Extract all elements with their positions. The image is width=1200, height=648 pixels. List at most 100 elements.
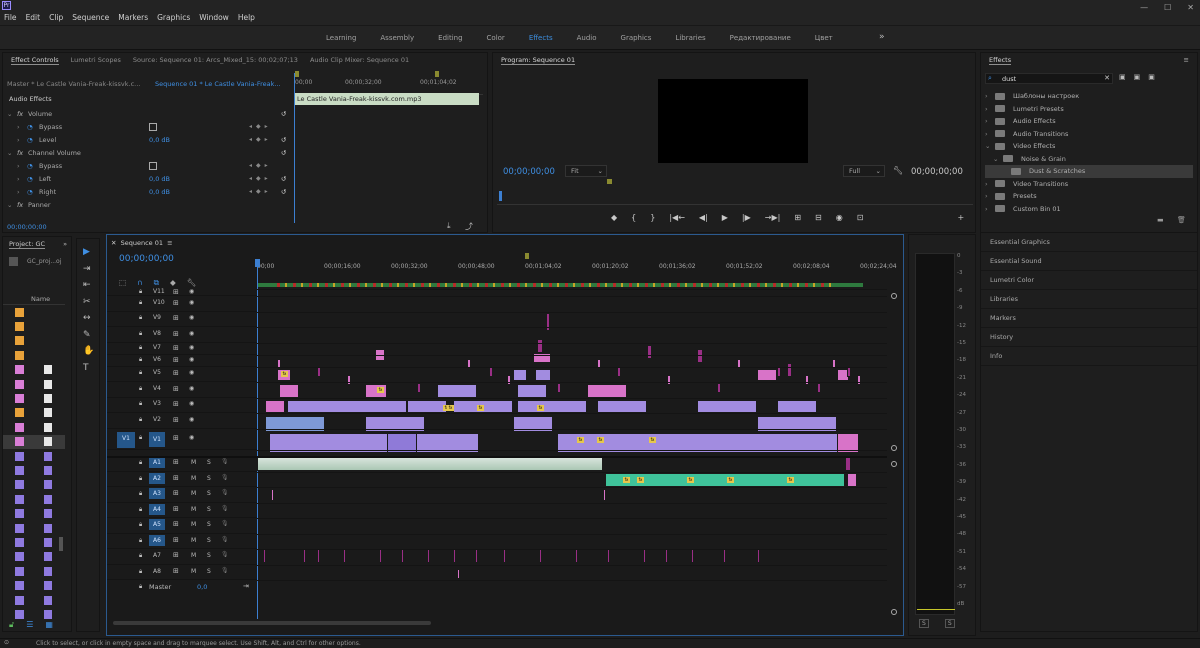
keyframe-nav-icon[interactable]: ◂◆▸ <box>249 188 272 195</box>
reset-icon[interactable]: ↺ <box>281 149 286 157</box>
timeline-clip[interactable] <box>607 549 610 563</box>
slip-tool-icon[interactable]: ↔ <box>83 313 91 323</box>
collapsed-panel-tab[interactable]: Libraries <box>981 290 1197 309</box>
audio-track-header[interactable]: 🔒︎ A3 ⊞ M S 🎙︎ <box>107 487 257 503</box>
list-view-icon[interactable]: ☰ <box>26 620 33 630</box>
track-label[interactable]: V8 <box>153 330 161 337</box>
ec-timecode[interactable]: 00;00;00;00 <box>7 223 47 231</box>
timeline-clip[interactable] <box>805 375 809 385</box>
project-scrollbar[interactable] <box>59 537 63 551</box>
timeline-clip[interactable] <box>757 369 777 381</box>
track-label[interactable]: V11 <box>153 288 165 295</box>
lock-track-icon[interactable]: 🔒︎ <box>139 385 142 393</box>
maximize-icon[interactable]: ☐ <box>1164 3 1171 12</box>
solo-button[interactable]: S <box>207 459 211 466</box>
track-label[interactable]: V6 <box>153 356 161 363</box>
track-label[interactable]: V4 <box>153 385 161 392</box>
collapsed-panel-tab[interactable]: History <box>981 328 1197 347</box>
workspace-tab-active[interactable]: Effects <box>529 34 553 42</box>
tree-chevron-icon[interactable]: › <box>985 92 991 100</box>
track-label[interactable]: V3 <box>153 400 161 407</box>
tree-chevron-icon[interactable]: ⌄ <box>993 155 999 163</box>
ec-property-row[interactable]: › ◔ Level 0,0 dB ◂◆▸ ↺ <box>5 133 291 146</box>
go-to-end-icon[interactable]: ⇥ <box>243 582 249 590</box>
effects-tree-item[interactable]: Dust & Scratches <box>985 165 1193 178</box>
project-item[interactable] <box>3 406 65 420</box>
workspace-tab[interactable]: Color <box>487 34 505 42</box>
ec-property-value[interactable]: 0,0 dB <box>149 175 170 183</box>
new-bin-icon[interactable]: ▬ <box>1157 216 1164 224</box>
sync-lock-icon[interactable]: ⊞ <box>173 551 179 559</box>
video-track-header[interactable]: 🔒︎ V3 ⊞ ◉ <box>107 398 257 413</box>
timeline-clip[interactable] <box>757 416 837 432</box>
timeline-clip[interactable] <box>303 549 306 563</box>
stopwatch-icon[interactable]: ◔ <box>27 175 39 183</box>
workspace-tab[interactable]: Assembly <box>380 34 414 42</box>
add-marker-icon[interactable]: ◆ <box>170 278 176 288</box>
track-label[interactable]: V5 <box>153 369 161 376</box>
audio-track-header[interactable]: 🔒︎ A5 ⊞ M S 🎙︎ <box>107 518 257 534</box>
keyframe-nav-icon[interactable]: ◂◆▸ <box>249 162 272 169</box>
solo-button[interactable]: S <box>207 568 211 575</box>
timeline-clip[interactable] <box>417 383 421 393</box>
timeline-clip[interactable] <box>437 384 477 398</box>
transport-button[interactable]: |▶ <box>742 213 751 222</box>
workspace-tab[interactable]: Editing <box>438 34 462 42</box>
timeline-clip[interactable] <box>517 384 547 398</box>
ascroll-top-handle[interactable] <box>891 461 897 467</box>
ripple-edit-icon[interactable]: ⇤ <box>83 280 91 290</box>
keyframe-nav-icon[interactable]: ◂◆▸ <box>249 123 272 130</box>
project-item[interactable] <box>3 578 65 592</box>
solo-button[interactable]: S <box>207 552 211 559</box>
toggle-output-eye-icon[interactable]: ◉ <box>189 416 194 423</box>
timeline-clip[interactable] <box>279 384 299 398</box>
workspace-tab[interactable]: Редактирование <box>730 34 791 42</box>
mute-button[interactable]: M <box>191 521 196 528</box>
voice-over-record-icon[interactable]: 🎙︎ <box>221 458 229 465</box>
expand-chevron-icon[interactable]: › <box>17 123 27 131</box>
audio-track-header[interactable]: 🔒︎ A2 ⊞ M S 🎙︎ <box>107 472 257 487</box>
lock-track-icon[interactable]: 🔒︎ <box>139 568 142 576</box>
track-label[interactable]: A8 <box>149 566 165 577</box>
video-track-header[interactable]: 🔒︎ V5 ⊞ ◉ <box>107 367 257 382</box>
ec-property-row[interactable]: › ◔ Bypass ◂◆▸ <box>5 120 291 133</box>
sequence-clip-label[interactable]: Sequence 01 * Le Castle Vania-Freak... <box>155 80 281 88</box>
toggle-output-eye-icon[interactable]: ◉ <box>189 356 194 363</box>
selection-tool-icon[interactable]: ▶ <box>83 247 90 257</box>
timeline-clip[interactable] <box>427 549 430 563</box>
track-label[interactable]: A1 <box>149 457 165 468</box>
transport-button[interactable]: } <box>650 213 655 222</box>
lock-track-icon[interactable]: 🔒︎ <box>139 416 142 424</box>
ec-property-row[interactable]: › ◔ Right 0,0 dB ◂◆▸ ↺ <box>5 185 291 198</box>
clear-search-icon[interactable]: ✕ <box>1104 74 1110 82</box>
voice-over-record-icon[interactable]: 🎙︎ <box>221 536 229 543</box>
hand-tool-icon[interactable]: ✋ <box>83 346 94 356</box>
keyframe-nav-icon[interactable]: ◂◆▸ <box>249 136 272 143</box>
video-track-header[interactable]: 🔒︎ V10 ⊞ ◉ <box>107 296 257 312</box>
project-item[interactable] <box>3 564 65 578</box>
track-label[interactable]: V1 <box>149 431 165 447</box>
video-track-header[interactable]: 🔒︎ V7 ⊞ ◉ <box>107 343 257 355</box>
vscroll-top-handle[interactable] <box>891 293 897 299</box>
lock-track-icon[interactable]: 🔒︎ <box>139 475 142 483</box>
track-label[interactable]: V10 <box>153 299 165 306</box>
project-item[interactable] <box>3 420 65 434</box>
sync-lock-icon[interactable]: ⊞ <box>173 536 179 544</box>
timeline-clip[interactable] <box>513 369 527 381</box>
program-video-frame[interactable] <box>658 79 808 163</box>
timeline-clip[interactable] <box>587 384 627 398</box>
lock-track-icon[interactable]: 🔒︎ <box>139 521 142 529</box>
transport-button[interactable]: { <box>631 213 636 222</box>
audio-track-header[interactable]: 🔒︎ A1 ⊞ M S 🎙︎ <box>107 456 257 472</box>
effects-tree-item[interactable]: › Custom Bin 01 <box>985 203 1193 216</box>
effects-search-box[interactable]: ⌕ dust ✕ <box>985 73 1113 84</box>
wrench-icon[interactable]: 🔧︎ <box>893 166 903 175</box>
transport-button[interactable]: ⊡ <box>857 213 864 222</box>
lock-track-icon[interactable]: 🔒︎ <box>139 459 142 467</box>
sync-lock-icon[interactable]: ⊞ <box>173 344 179 352</box>
timeline-clip[interactable] <box>647 345 652 359</box>
project-item[interactable] <box>3 463 65 477</box>
mute-button[interactable]: M <box>191 490 196 497</box>
timeline-clip[interactable] <box>546 313 550 331</box>
timeline-clip[interactable] <box>643 549 646 563</box>
